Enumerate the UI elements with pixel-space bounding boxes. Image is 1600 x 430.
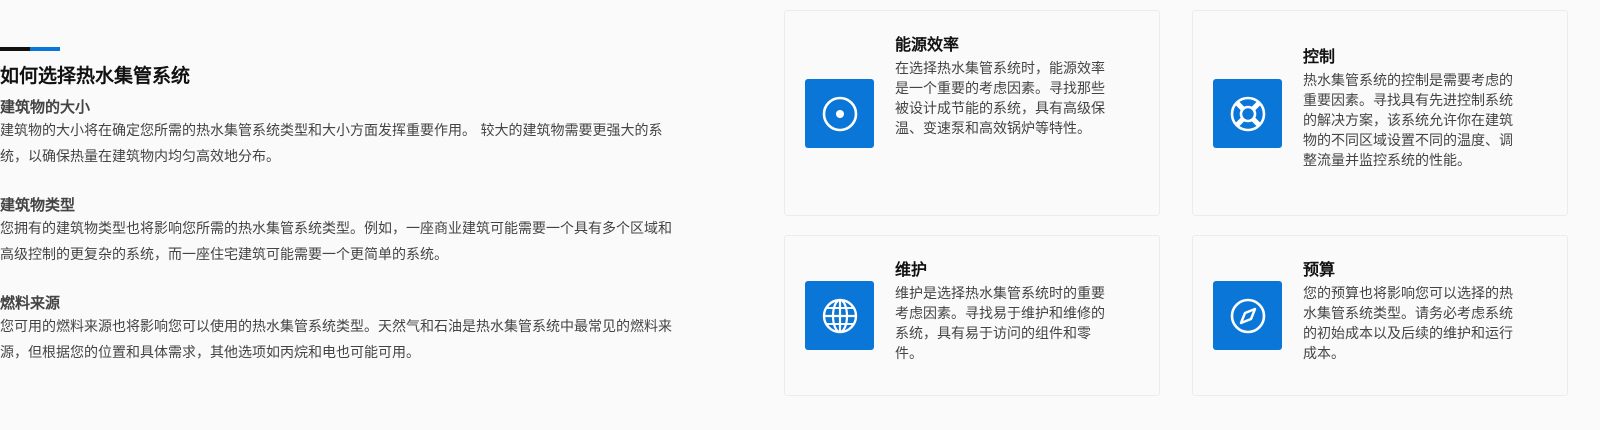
factor-heading: 燃料来源 [0, 294, 61, 312]
card-title: 预算 [1303, 260, 1336, 279]
title-accent-bar [0, 47, 60, 51]
compass-icon [1230, 298, 1265, 333]
factor-heading: 建筑物类型 [0, 196, 76, 214]
card-control: 控制 热水集管系统的控制是需要考虑的 重要因素。寻找具有先进控制系统 的解决方案… [1192, 10, 1568, 216]
card-maintenance: 维护 维护是选择热水集管系统时的重要 考虑因素。寻找易于维护和维修的 系统，具有… [784, 235, 1160, 396]
factor-text: 建筑物的大小将在确定您所需的热水集管系统类型和大小方面发挥重要作用。 较大的建筑… [0, 123, 663, 165]
section-title: 如何选择热水集管系统 [0, 65, 191, 87]
card-budget: 预算 您的预算也将影响您可以选择的热 水集管系统类型。请务必考虑系统 的初始成本… [1192, 235, 1568, 396]
lifebuoy-icon [1230, 96, 1265, 131]
globe-icon [822, 298, 857, 333]
card-text: 在选择热水集管系统时，能源效率 是一个重要的考虑因素。寻找那些 被设计成节能的系… [895, 61, 1105, 137]
intro-section: 如何选择热水集管系统 建筑物的大小 建筑物的大小将在确定您所需的热水集管系统类型… [0, 62, 770, 366]
card-text: 您的预算也将影响您可以选择的热 水集管系统类型。请务必考虑系统 的初始成本以及后… [1303, 286, 1513, 362]
card-text: 维护是选择热水集管系统时的重要 考虑因素。寻找易于维护和维修的 系统，具有易于访… [895, 286, 1105, 362]
factor-heading: 建筑物的大小 [0, 98, 91, 116]
factor-fuel-source: 燃料来源 您可用的燃料来源也将影响您可以使用的热水集管系统类型。天然气和石油是热… [0, 292, 770, 366]
card-icon-box [805, 281, 874, 350]
factor-building-type: 建筑物类型 您拥有的建筑物类型也将影响您所需的热水集管系统类型。例如，一座商业建… [0, 194, 770, 268]
factor-text: 您可用的燃料来源也将影响您可以使用的热水集管系统类型。天然气和石油是热水集管系统… [0, 319, 672, 361]
accent-bar-blue [30, 47, 60, 51]
card-icon-box [1213, 79, 1282, 148]
factor-building-size: 建筑物的大小 建筑物的大小将在确定您所需的热水集管系统类型和大小方面发挥重要作用… [0, 96, 770, 170]
target-circle-icon [822, 96, 857, 131]
accent-bar-black [0, 47, 30, 51]
card-icon-box [805, 79, 874, 148]
card-text: 热水集管系统的控制是需要考虑的 重要因素。寻找具有先进控制系统 的解决方案，该系… [1303, 73, 1513, 169]
card-energy-efficiency: 能源效率 在选择热水集管系统时，能源效率 是一个重要的考虑因素。寻找那些 被设计… [784, 10, 1160, 216]
card-title: 能源效率 [895, 35, 960, 54]
card-icon-box [1213, 281, 1282, 350]
factor-text: 您拥有的建筑物类型也将影响您所需的热水集管系统类型。例如，一座商业建筑可能需要一… [0, 221, 672, 263]
card-title: 维护 [895, 260, 928, 279]
card-title: 控制 [1303, 47, 1336, 66]
